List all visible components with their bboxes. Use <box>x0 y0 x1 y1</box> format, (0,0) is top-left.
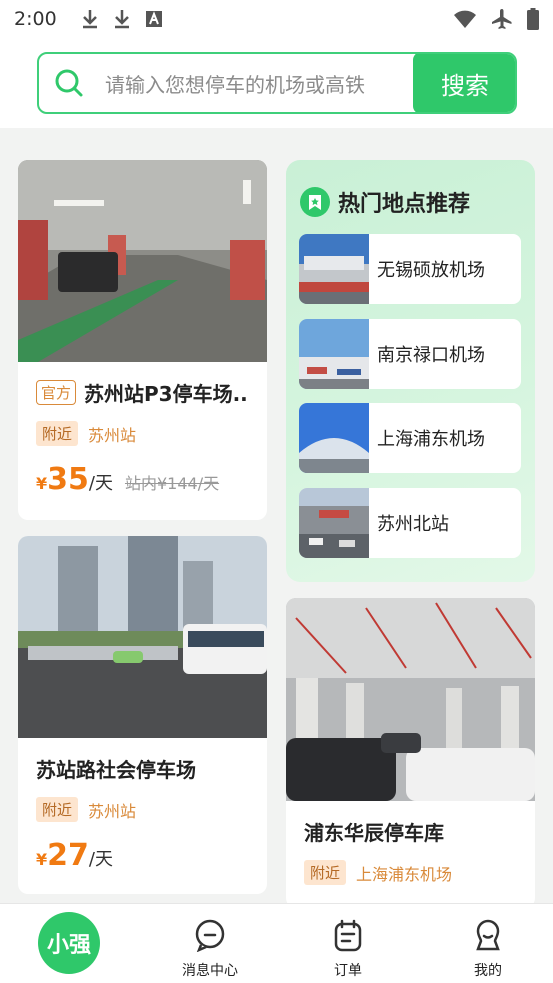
lot-info: 浦东华辰停车库 附近 上海浦东机场 <box>286 801 535 901</box>
hot-place-label: 苏州北站 <box>377 514 449 535</box>
place-thumbnail <box>299 488 369 558</box>
hot-place-label: 无锡硕放机场 <box>377 260 485 281</box>
price-unit: /天 <box>88 849 113 870</box>
hot-place-label: 南京禄口机场 <box>377 345 485 366</box>
location-badge-icon <box>300 187 330 217</box>
tab-messages[interactable]: 消息中心 <box>170 912 250 980</box>
lot-name: 苏站路社会停车场 <box>36 758 196 782</box>
hot-place-item[interactable]: 南京禄口机场 <box>299 319 521 389</box>
lot-name: 浦东华辰停车库 <box>304 821 444 845</box>
hot-place-item[interactable]: 上海浦东机场 <box>299 403 521 473</box>
search-input[interactable]: 请输入您想停车的机场或高铁 <box>105 69 413 98</box>
lot-place: 上海浦东机场 <box>356 864 453 884</box>
tab-home-avatar[interactable]: 小强 <box>38 912 100 974</box>
hot-place-item[interactable]: 无锡硕放机场 <box>299 234 521 304</box>
parking-lot-card[interactable]: 官方 苏州站P3停车场... 附近 苏州站 ¥ 35 /天 站内¥144/天 <box>18 160 267 520</box>
parking-lot-photo <box>18 160 267 362</box>
download-icon <box>82 10 97 29</box>
place-thumbnail <box>299 319 369 389</box>
download-icon <box>114 10 129 29</box>
order-icon <box>334 919 362 952</box>
near-tag: 附近 <box>36 797 79 822</box>
original-price: 站内¥144/天 <box>124 474 220 493</box>
wifi-icon <box>454 10 476 28</box>
search-button[interactable]: 搜索 <box>413 54 515 112</box>
place-thumbnail <box>299 234 369 304</box>
tab-mine[interactable]: 我的 <box>448 912 528 980</box>
tab-mine-label: 我的 <box>474 963 502 979</box>
font-icon <box>145 11 162 27</box>
lot-name: 苏州站P3停车场... <box>84 382 249 406</box>
currency-symbol: ¥ <box>36 850 48 869</box>
lot-info: 苏站路社会停车场 附近 苏州站 ¥ 27 /天 <box>18 738 267 889</box>
lot-title: 官方 苏州站P3停车场... <box>36 378 249 407</box>
parking-lot-photo <box>18 536 267 738</box>
hot-places-title: 热门地点推荐 <box>338 192 471 217</box>
lot-place: 苏州站 <box>88 425 137 445</box>
price-value: 27 <box>47 838 89 873</box>
price-unit: /天 <box>88 473 113 494</box>
search-icon <box>55 69 83 97</box>
airplane-icon <box>492 9 512 29</box>
near-tag: 附近 <box>304 860 347 885</box>
message-icon <box>195 919 225 953</box>
place-thumbnail <box>299 403 369 473</box>
official-tag: 官方 <box>36 380 77 405</box>
hot-place-label: 上海浦东机场 <box>377 429 485 450</box>
hot-place-item[interactable]: 苏州北站 <box>299 488 521 558</box>
search-bar: 请输入您想停车的机场或高铁 搜索 <box>37 52 517 114</box>
lot-price: ¥ 27 /天 <box>36 838 249 873</box>
parking-lot-card[interactable]: 浦东华辰停车库 附近 上海浦东机场 <box>286 598 535 908</box>
tab-messages-label: 消息中心 <box>182 963 238 979</box>
price-value: 35 <box>47 462 89 497</box>
hot-places-panel: 热门地点推荐 无锡硕放机场 南京禄口机场 上海浦东机场 苏州北站 <box>286 160 535 582</box>
tab-orders[interactable]: 订单 <box>308 912 388 980</box>
lot-price: ¥ 35 /天 站内¥144/天 <box>36 462 249 497</box>
profile-icon <box>476 919 500 951</box>
currency-symbol: ¥ <box>36 474 48 493</box>
status-bar: 2:00 <box>0 0 553 38</box>
lot-info: 官方 苏州站P3停车场... 附近 苏州站 ¥ 35 /天 站内¥144/天 <box>18 362 267 513</box>
search-header: 请输入您想停车的机场或高铁 搜索 <box>0 38 553 128</box>
tab-orders-label: 订单 <box>334 963 362 979</box>
battery-icon <box>527 8 539 30</box>
lot-place: 苏州站 <box>88 801 137 821</box>
status-time: 2:00 <box>14 8 57 30</box>
near-tag: 附近 <box>36 421 79 446</box>
parking-lot-photo <box>286 598 535 801</box>
parking-lot-card[interactable]: 苏站路社会停车场 附近 苏州站 ¥ 27 /天 <box>18 536 267 894</box>
